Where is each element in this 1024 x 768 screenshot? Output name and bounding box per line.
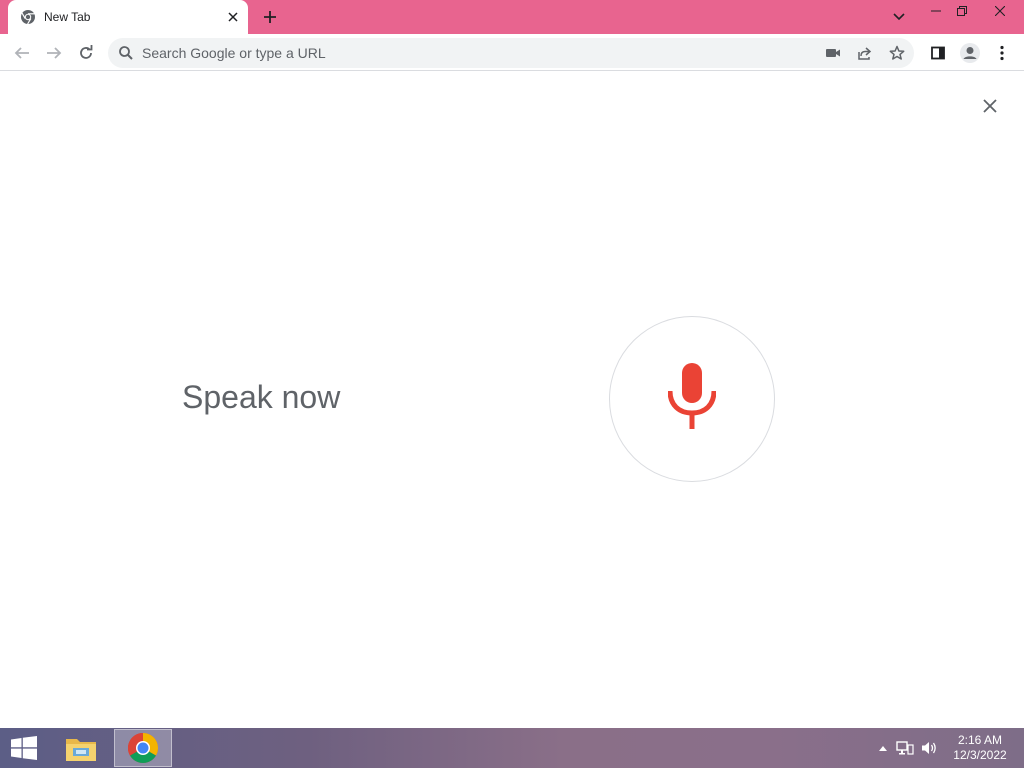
tab-close-icon[interactable]	[224, 8, 242, 26]
windows-start-icon[interactable]	[4, 730, 44, 766]
tab-title: New Tab	[44, 10, 91, 24]
show-hidden-icons-icon[interactable]	[874, 740, 892, 756]
star-icon[interactable]	[886, 42, 908, 64]
clock-time: 2:16 AM	[957, 733, 1003, 747]
side-panel-icon[interactable]	[924, 39, 952, 67]
close-voice-search-icon[interactable]	[978, 94, 1002, 118]
tab-search-icon[interactable]	[883, 6, 915, 28]
tab-new-tab[interactable]: New Tab	[8, 0, 248, 34]
share-icon[interactable]	[854, 42, 876, 64]
network-icon[interactable]	[896, 740, 914, 756]
browser-toolbar	[0, 34, 1024, 71]
close-icon[interactable]	[976, 0, 1024, 22]
system-clock[interactable]: 2:16 AM 12/3/2022	[946, 733, 1014, 763]
profile-icon[interactable]	[956, 39, 984, 67]
restore-icon[interactable]	[946, 0, 978, 22]
forward-icon[interactable]	[40, 39, 68, 67]
back-icon[interactable]	[8, 39, 36, 67]
search-icon	[118, 45, 134, 61]
file-explorer-icon[interactable]	[52, 729, 110, 767]
title-bar: New Tab	[0, 0, 1024, 34]
new-tab-button[interactable]	[258, 5, 282, 29]
camera-icon[interactable]	[822, 42, 844, 64]
microphone-icon	[667, 362, 717, 436]
microphone-button[interactable]	[609, 316, 775, 482]
reload-icon[interactable]	[72, 39, 100, 67]
volume-icon[interactable]	[920, 740, 938, 756]
voice-search-overlay: Speak now	[0, 71, 1024, 728]
chrome-icon	[20, 9, 36, 25]
clock-date: 12/3/2022	[953, 748, 1007, 762]
address-input[interactable]	[142, 38, 742, 68]
chrome-taskbar-icon[interactable]	[114, 729, 172, 767]
speak-now-text: Speak now	[182, 379, 341, 415]
menu-icon[interactable]	[988, 39, 1016, 67]
omnibox[interactable]	[108, 38, 914, 68]
taskbar: 2:16 AM 12/3/2022	[0, 728, 1024, 768]
